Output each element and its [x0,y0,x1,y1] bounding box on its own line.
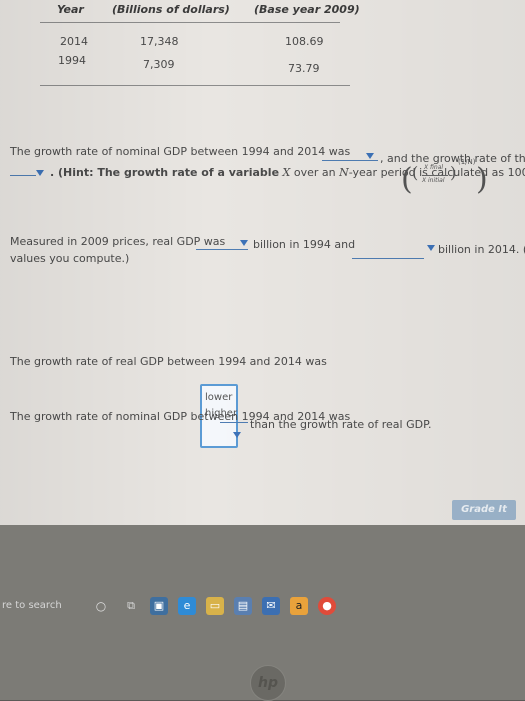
hp-logo: hp [250,665,286,701]
chevron-down-icon[interactable] [233,432,241,438]
question4-tail: than the growth rate of real GDP. [250,418,432,431]
question2-part3: billion in 2014. (Note: Selec [438,243,525,256]
formula-paren-end: ) [476,162,488,197]
table-cell: 73.79 [288,62,320,75]
table-header-billions: (Billions of dollars) [112,3,230,16]
mail-icon[interactable]: ✉ [262,597,280,615]
question2-blank-a[interactable] [196,249,248,250]
table-cell: 108.69 [285,35,324,48]
question2-line2: values you compute.) [10,252,130,265]
chrome-icon[interactable]: ● [318,597,336,615]
formula-exponent: (1/N) [458,158,476,166]
formula-denominator: X initial [422,177,445,184]
browser-screen: Year (Billions of dollars) (Base year 20… [0,0,525,525]
table-footer-rule [40,85,350,86]
question1-blank-a[interactable] [322,160,378,161]
app-icon[interactable]: ▣ [150,597,168,615]
table-header-rule [40,22,340,23]
question2-part1: Measured in 2009 prices, real GDP was [10,235,226,248]
formula-paren: ( [401,162,413,197]
question2-part2: billion in 1994 and [253,238,356,251]
windows-taskbar: re to search ○ ⧉ ▣ e ▭ ▤ ✉ a ● hp [0,525,525,701]
table-cell: 7,309 [143,58,175,71]
store-icon[interactable]: ▤ [234,597,252,615]
chevron-down-icon[interactable] [427,245,435,251]
grade-it-now-button[interactable]: Grade It Now [452,500,516,525]
chevron-down-icon[interactable] [366,153,374,159]
formula-paren-inner: ( [412,163,419,182]
edge-icon[interactable]: e [178,597,196,615]
question1-blank-b[interactable] [10,175,36,176]
table-cell: 1994 [58,54,86,67]
chevron-down-icon[interactable] [36,170,44,176]
chevron-down-icon[interactable] [240,240,248,246]
formula-fraction-bar [422,175,448,176]
formula-numerator: X final [424,164,444,171]
table-cell: 17,348 [140,35,179,48]
question1-text: The growth rate of nominal GDP between 1… [10,145,351,158]
table-cell: 2014 [60,35,88,48]
question3-text: The growth rate of real GDP between 1994… [10,355,327,368]
taskbar-search-box[interactable]: re to search [0,600,82,620]
task-view-icon[interactable]: ⧉ [122,597,140,615]
table-header-year: Year [57,3,84,16]
amazon-icon[interactable]: a [290,597,308,615]
dropdown-option-lower[interactable]: lower [205,392,232,403]
file-explorer-icon[interactable]: ▭ [206,597,224,615]
question2-blank-b[interactable] [352,258,424,259]
formula-paren-close: ) [450,163,457,182]
question4-blank[interactable] [220,422,248,423]
cortana-icon[interactable]: ○ [92,597,110,615]
table-header-base-year: (Base year 2009) [254,3,360,16]
